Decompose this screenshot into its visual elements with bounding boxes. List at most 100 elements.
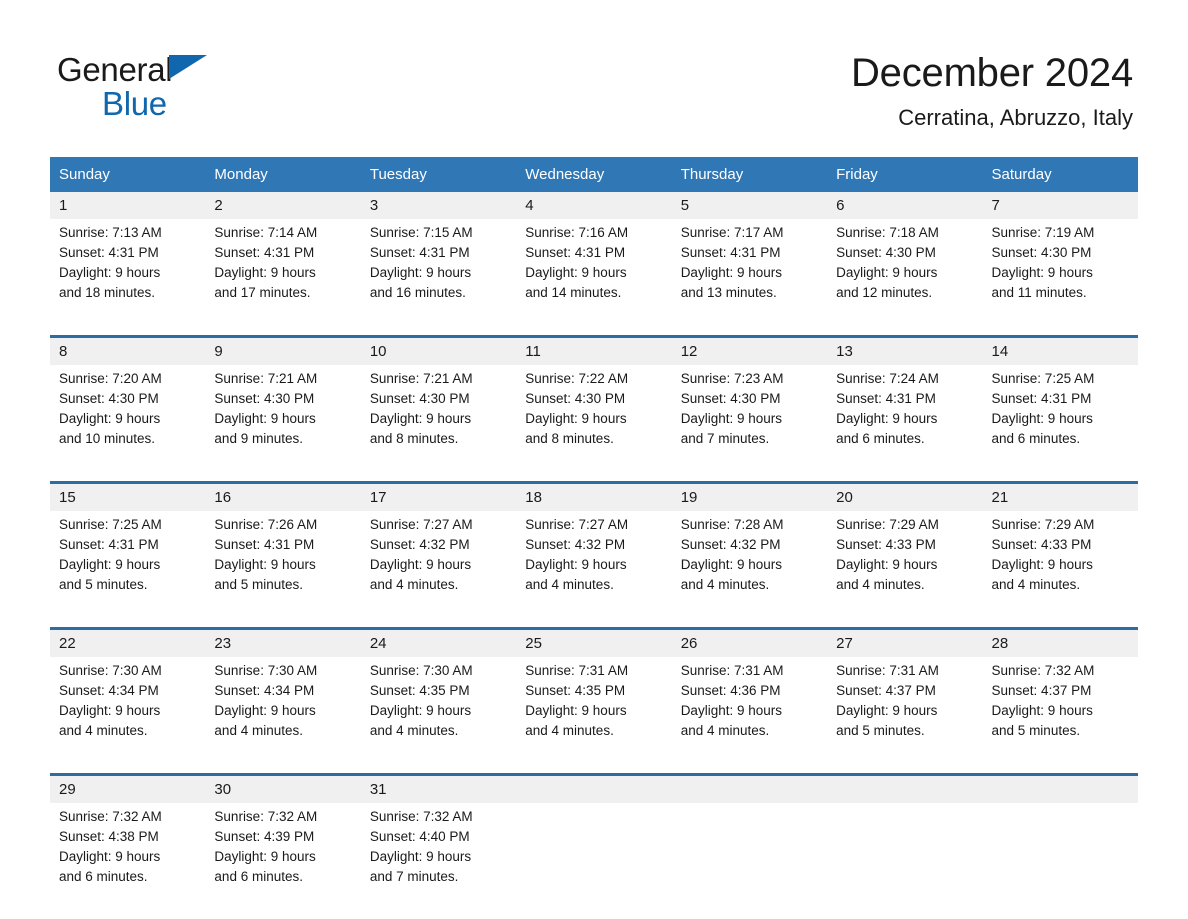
day-cell[interactable]: Sunrise: 7:22 AM Sunset: 4:30 PM Dayligh… — [516, 365, 671, 483]
daylight-text-line1: Daylight: 9 hours — [681, 409, 819, 429]
day-number[interactable]: 26 — [672, 629, 827, 658]
day-cell[interactable]: Sunrise: 7:32 AM Sunset: 4:40 PM Dayligh… — [361, 803, 516, 919]
page-subtitle: Cerratina, Abruzzo, Italy — [851, 103, 1133, 133]
daylight-text-line2: and 17 minutes. — [214, 283, 352, 303]
day-number[interactable]: 16 — [205, 483, 360, 512]
daylight-text-line1: Daylight: 9 hours — [681, 555, 819, 575]
day-number[interactable]: 12 — [672, 337, 827, 366]
day-cell[interactable]: Sunrise: 7:13 AM Sunset: 4:31 PM Dayligh… — [50, 219, 205, 337]
day-number[interactable]: 27 — [827, 629, 982, 658]
day-number[interactable]: 1 — [50, 192, 205, 219]
daylight-text-line1: Daylight: 9 hours — [214, 555, 352, 575]
day-cell[interactable]: Sunrise: 7:21 AM Sunset: 4:30 PM Dayligh… — [361, 365, 516, 483]
day-cell[interactable]: Sunrise: 7:31 AM Sunset: 4:36 PM Dayligh… — [672, 657, 827, 775]
sunrise-text: Sunrise: 7:16 AM — [525, 223, 663, 243]
day-cell[interactable]: Sunrise: 7:20 AM Sunset: 4:30 PM Dayligh… — [50, 365, 205, 483]
day-cell[interactable]: Sunrise: 7:17 AM Sunset: 4:31 PM Dayligh… — [672, 219, 827, 337]
day-cell[interactable]: Sunrise: 7:26 AM Sunset: 4:31 PM Dayligh… — [205, 511, 360, 629]
daylight-text-line1: Daylight: 9 hours — [214, 701, 352, 721]
day-cell[interactable]: Sunrise: 7:24 AM Sunset: 4:31 PM Dayligh… — [827, 365, 982, 483]
day-cell[interactable]: Sunrise: 7:32 AM Sunset: 4:37 PM Dayligh… — [983, 657, 1138, 775]
sunrise-text: Sunrise: 7:14 AM — [214, 223, 352, 243]
day-number[interactable]: 10 — [361, 337, 516, 366]
day-number[interactable]: 14 — [983, 337, 1138, 366]
daylight-text-line2: and 6 minutes. — [214, 867, 352, 887]
day-number[interactable]: 9 — [205, 337, 360, 366]
day-cell[interactable]: Sunrise: 7:27 AM Sunset: 4:32 PM Dayligh… — [516, 511, 671, 629]
logo-top-line: General — [57, 52, 317, 88]
sunrise-text: Sunrise: 7:15 AM — [370, 223, 508, 243]
day-number[interactable]: 15 — [50, 483, 205, 512]
day-number[interactable]: 20 — [827, 483, 982, 512]
sunset-text: Sunset: 4:30 PM — [836, 243, 974, 263]
day-number[interactable]: 13 — [827, 337, 982, 366]
sunset-text: Sunset: 4:33 PM — [836, 535, 974, 555]
sunrise-text: Sunrise: 7:30 AM — [370, 661, 508, 681]
daylight-text-line1: Daylight: 9 hours — [992, 555, 1130, 575]
sunset-text: Sunset: 4:35 PM — [525, 681, 663, 701]
day-cell[interactable]: Sunrise: 7:29 AM Sunset: 4:33 PM Dayligh… — [827, 511, 982, 629]
day-cell[interactable]: Sunrise: 7:29 AM Sunset: 4:33 PM Dayligh… — [983, 511, 1138, 629]
day-cell[interactable]: Sunrise: 7:28 AM Sunset: 4:32 PM Dayligh… — [672, 511, 827, 629]
day-cell[interactable]: Sunrise: 7:16 AM Sunset: 4:31 PM Dayligh… — [516, 219, 671, 337]
daylight-text-line1: Daylight: 9 hours — [370, 409, 508, 429]
day-number[interactable]: 24 — [361, 629, 516, 658]
day-cell[interactable]: Sunrise: 7:15 AM Sunset: 4:31 PM Dayligh… — [361, 219, 516, 337]
page-title: December 2024 — [851, 48, 1133, 98]
daylight-text-line2: and 13 minutes. — [681, 283, 819, 303]
sunset-text: Sunset: 4:30 PM — [681, 389, 819, 409]
day-cell[interactable]: Sunrise: 7:32 AM Sunset: 4:38 PM Dayligh… — [50, 803, 205, 919]
day-number[interactable]: 19 — [672, 483, 827, 512]
day-number[interactable]: 21 — [983, 483, 1138, 512]
daylight-text-line2: and 8 minutes. — [525, 429, 663, 449]
day-number[interactable]: 25 — [516, 629, 671, 658]
sunrise-text: Sunrise: 7:32 AM — [370, 807, 508, 827]
day-number[interactable]: 28 — [983, 629, 1138, 658]
day-cell[interactable]: Sunrise: 7:14 AM Sunset: 4:31 PM Dayligh… — [205, 219, 360, 337]
day-cell[interactable]: Sunrise: 7:31 AM Sunset: 4:35 PM Dayligh… — [516, 657, 671, 775]
day-number[interactable]: 23 — [205, 629, 360, 658]
day-number[interactable]: 7 — [983, 192, 1138, 219]
day-cell[interactable]: Sunrise: 7:18 AM Sunset: 4:30 PM Dayligh… — [827, 219, 982, 337]
day-number[interactable]: 2 — [205, 192, 360, 219]
day-number[interactable]: 5 — [672, 192, 827, 219]
day-number[interactable]: 8 — [50, 337, 205, 366]
day-cell[interactable]: Sunrise: 7:30 AM Sunset: 4:34 PM Dayligh… — [205, 657, 360, 775]
sunset-text: Sunset: 4:32 PM — [370, 535, 508, 555]
day-cell[interactable]: Sunrise: 7:27 AM Sunset: 4:32 PM Dayligh… — [361, 511, 516, 629]
daylight-text-line1: Daylight: 9 hours — [59, 263, 197, 283]
day-number[interactable]: 31 — [361, 775, 516, 804]
day-number-empty — [516, 775, 671, 804]
day-number-empty — [827, 775, 982, 804]
daylight-text-line1: Daylight: 9 hours — [836, 701, 974, 721]
week-detail-row: Sunrise: 7:25 AM Sunset: 4:31 PM Dayligh… — [50, 511, 1138, 629]
day-cell[interactable]: Sunrise: 7:31 AM Sunset: 4:37 PM Dayligh… — [827, 657, 982, 775]
daylight-text-line2: and 12 minutes. — [836, 283, 974, 303]
day-number[interactable]: 3 — [361, 192, 516, 219]
day-number[interactable]: 22 — [50, 629, 205, 658]
daylight-text-line1: Daylight: 9 hours — [525, 409, 663, 429]
day-cell[interactable]: Sunrise: 7:25 AM Sunset: 4:31 PM Dayligh… — [983, 365, 1138, 483]
day-cell[interactable]: Sunrise: 7:30 AM Sunset: 4:34 PM Dayligh… — [50, 657, 205, 775]
day-number[interactable]: 17 — [361, 483, 516, 512]
day-number[interactable]: 6 — [827, 192, 982, 219]
week-detail-row: Sunrise: 7:20 AM Sunset: 4:30 PM Dayligh… — [50, 365, 1138, 483]
day-number[interactable]: 29 — [50, 775, 205, 804]
day-cell[interactable]: Sunrise: 7:23 AM Sunset: 4:30 PM Dayligh… — [672, 365, 827, 483]
general-blue-logo[interactable]: General Blue — [57, 52, 317, 122]
day-cell[interactable]: Sunrise: 7:21 AM Sunset: 4:30 PM Dayligh… — [205, 365, 360, 483]
day-cell[interactable]: Sunrise: 7:19 AM Sunset: 4:30 PM Dayligh… — [983, 219, 1138, 337]
day-cell[interactable]: Sunrise: 7:25 AM Sunset: 4:31 PM Dayligh… — [50, 511, 205, 629]
day-cell[interactable]: Sunrise: 7:32 AM Sunset: 4:39 PM Dayligh… — [205, 803, 360, 919]
day-cell[interactable]: Sunrise: 7:30 AM Sunset: 4:35 PM Dayligh… — [361, 657, 516, 775]
day-number[interactable]: 4 — [516, 192, 671, 219]
daylight-text-line2: and 4 minutes. — [370, 721, 508, 741]
sunset-text: Sunset: 4:33 PM — [992, 535, 1130, 555]
daylight-text-line1: Daylight: 9 hours — [370, 263, 508, 283]
day-cell-empty — [827, 803, 982, 919]
day-number[interactable]: 18 — [516, 483, 671, 512]
daylight-text-line1: Daylight: 9 hours — [214, 847, 352, 867]
day-number[interactable]: 30 — [205, 775, 360, 804]
daylight-text-line2: and 6 minutes. — [59, 867, 197, 887]
day-number[interactable]: 11 — [516, 337, 671, 366]
